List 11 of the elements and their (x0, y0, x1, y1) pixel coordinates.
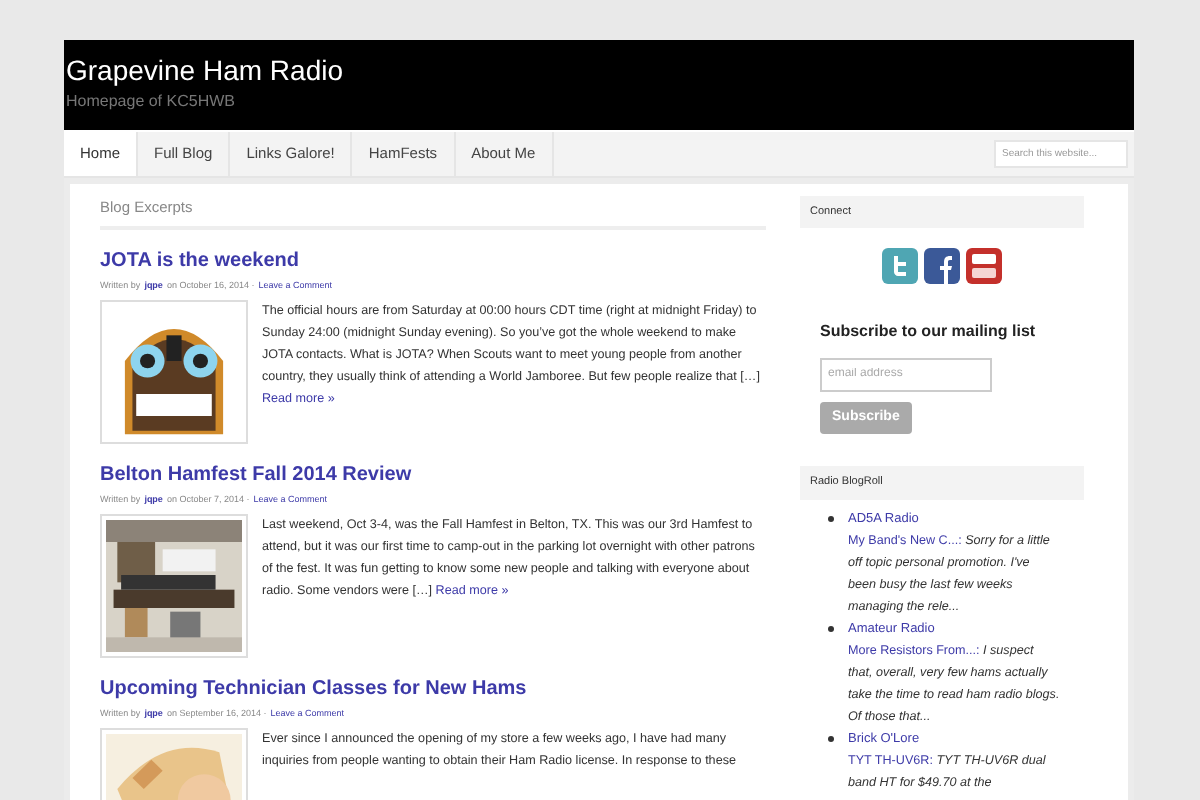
bullet-icon (828, 515, 834, 521)
site-tagline: Homepage of KC5HWB (66, 90, 237, 114)
post-title[interactable]: Upcoming Technician Classes for New Hams (100, 676, 766, 704)
bullet-icon (828, 735, 834, 741)
facebook-icon[interactable] (924, 248, 960, 285)
post-title[interactable]: Belton Hamfest Fall 2014 Review (100, 462, 766, 490)
twitter-icon[interactable] (882, 248, 918, 285)
post-title[interactable]: JOTA is the weekend (100, 248, 766, 276)
subscribe-heading: Subscribe to our mailing list (820, 320, 1038, 345)
bullet-icon (828, 625, 834, 631)
site-title[interactable]: Grapevine Ham Radio (66, 52, 1132, 88)
